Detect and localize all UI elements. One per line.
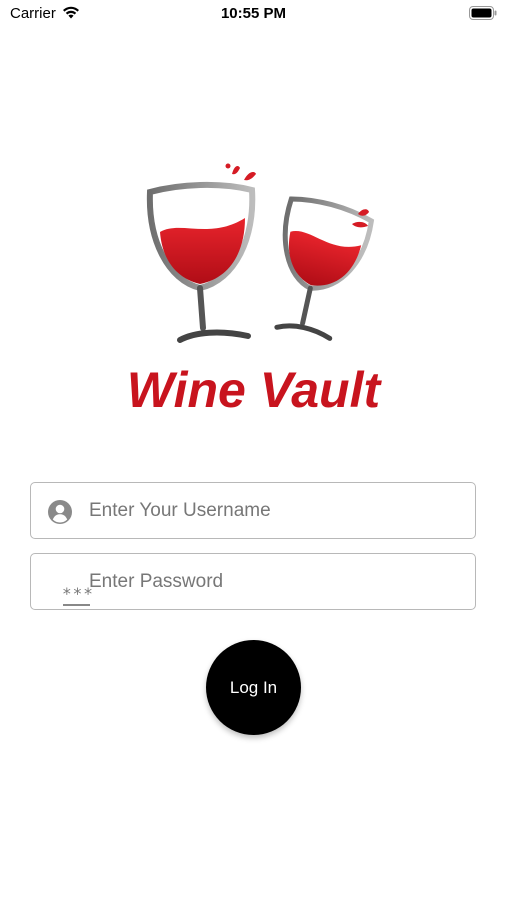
login-screen: Carrier 10:55 PM Wine Vault Enter Your U… — [0, 0, 507, 900]
password-icon: *** — [47, 570, 93, 606]
status-bar: Carrier 10:55 PM — [0, 0, 507, 28]
password-field[interactable]: *** — [30, 553, 476, 610]
user-avatar-icon — [48, 500, 72, 524]
app-title: Wine Vault — [126, 362, 381, 418]
login-button[interactable]: Log In — [206, 640, 301, 735]
battery-icon — [469, 6, 497, 20]
username-field[interactable] — [30, 482, 476, 539]
password-input[interactable] — [89, 554, 459, 609]
username-input[interactable] — [89, 483, 459, 538]
password-icon-underline — [63, 604, 90, 606]
wine-glasses-icon — [146, 163, 375, 343]
clock: 10:55 PM — [220, 5, 287, 22]
